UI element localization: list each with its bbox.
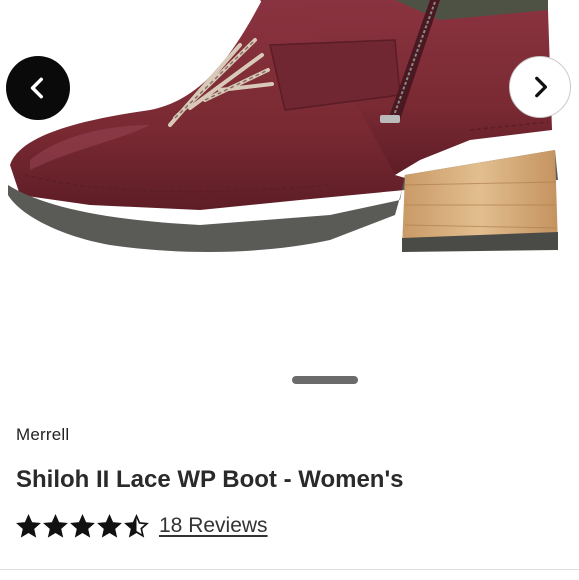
chevron-right-icon bbox=[535, 76, 548, 98]
star-full-icon bbox=[97, 513, 122, 538]
previous-image-button[interactable] bbox=[6, 56, 70, 120]
product-brand: Merrell bbox=[16, 425, 70, 444]
product-image-gallery[interactable] bbox=[0, 0, 579, 395]
rating-stars bbox=[16, 513, 149, 539]
star-full-icon bbox=[16, 513, 41, 538]
star-half-icon bbox=[124, 513, 149, 538]
product-rating: 18 Reviews bbox=[16, 512, 268, 540]
boot-product-image bbox=[8, 0, 558, 252]
star-full-icon bbox=[70, 513, 95, 538]
section-divider bbox=[0, 569, 579, 570]
image-pagination-indicator[interactable] bbox=[292, 376, 358, 384]
next-image-button[interactable] bbox=[509, 56, 571, 118]
product-title: Shiloh II Lace WP Boot - Women's bbox=[16, 466, 404, 493]
chevron-left-icon bbox=[30, 77, 43, 99]
star-full-icon bbox=[43, 513, 68, 538]
reviews-link[interactable]: 18 Reviews bbox=[159, 514, 268, 538]
